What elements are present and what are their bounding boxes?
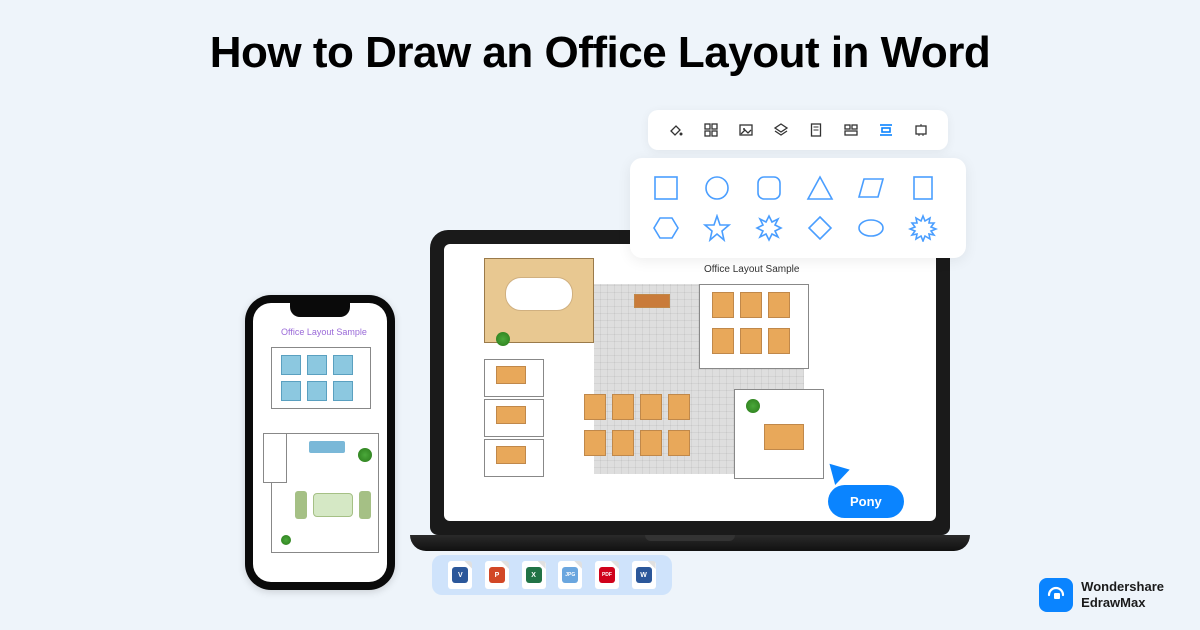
meeting-room[interactable] <box>484 258 594 343</box>
desk <box>496 446 526 464</box>
workstation <box>281 355 301 375</box>
shape-burst-8[interactable] <box>751 212 787 244</box>
armchair <box>295 491 307 519</box>
reception-desk[interactable] <box>634 294 670 308</box>
plant-icon <box>496 332 510 346</box>
brand-logo: Wondershare EdrawMax <box>1039 578 1164 612</box>
workstation <box>281 381 301 401</box>
armchair <box>359 491 371 519</box>
desk <box>496 366 526 384</box>
export-jpg-icon[interactable]: JPG <box>558 561 582 589</box>
align-icon[interactable] <box>842 121 860 139</box>
floorplan-title-laptop: Office Layout Sample <box>704 264 799 275</box>
workstation <box>768 328 790 354</box>
shape-parallelogram[interactable] <box>853 172 889 204</box>
shape-hexagon[interactable] <box>648 212 684 244</box>
workstation <box>612 394 634 420</box>
workstation <box>640 394 662 420</box>
shape-diamond[interactable] <box>802 212 838 244</box>
plant-icon <box>746 399 760 413</box>
shape-circle[interactable] <box>699 172 735 204</box>
export-excel-icon[interactable]: X <box>522 561 546 589</box>
top-toolbar <box>648 110 948 150</box>
phone-device: Office Layout Sample <box>245 295 395 590</box>
workstation <box>768 292 790 318</box>
workstation <box>307 381 327 401</box>
shape-rounded-square[interactable] <box>751 172 787 204</box>
workstation <box>584 430 606 456</box>
plant-icon <box>281 535 291 545</box>
paint-bucket-icon[interactable] <box>667 121 685 139</box>
workstation <box>740 292 762 318</box>
export-pdf-icon[interactable]: PDF <box>595 561 619 589</box>
workstation <box>307 355 327 375</box>
shape-triangle[interactable] <box>802 172 838 204</box>
workstation <box>668 394 690 420</box>
export-word-icon[interactable]: W <box>632 561 656 589</box>
l-desk <box>764 424 804 450</box>
page-icon[interactable] <box>807 121 825 139</box>
collaborator-name-badge: Pony <box>828 485 904 518</box>
phone-restroom[interactable] <box>263 433 287 483</box>
image-icon[interactable] <box>737 121 755 139</box>
frame-icon[interactable] <box>912 121 930 139</box>
shape-rectangle[interactable] <box>905 172 941 204</box>
workstation <box>584 394 606 420</box>
floorplan-title-phone: Office Layout Sample <box>281 327 367 337</box>
workstation <box>612 430 634 456</box>
phone-canvas[interactable]: Office Layout Sample <box>253 303 387 582</box>
export-powerpoint-icon[interactable]: P <box>485 561 509 589</box>
sofa <box>309 441 345 453</box>
shape-ellipse[interactable] <box>853 212 889 244</box>
workstation <box>333 355 353 375</box>
workstation <box>712 328 734 354</box>
workstation <box>640 430 662 456</box>
collaborator-cursor: Pony <box>828 461 904 518</box>
group-icon[interactable] <box>702 121 720 139</box>
brand-line-1: Wondershare <box>1081 579 1164 595</box>
workstation <box>668 430 690 456</box>
shapes-panel <box>630 158 966 258</box>
laptop-base <box>410 535 970 551</box>
shape-square[interactable] <box>648 172 684 204</box>
shape-star[interactable] <box>699 212 735 244</box>
brand-text: Wondershare EdrawMax <box>1081 579 1164 610</box>
workstation <box>333 381 353 401</box>
shape-burst-12[interactable] <box>905 212 941 244</box>
brand-line-2: EdrawMax <box>1081 595 1164 611</box>
workstation <box>712 292 734 318</box>
export-format-bar: V P X JPG PDF W <box>432 555 672 595</box>
distribute-icon[interactable] <box>877 121 895 139</box>
export-visio-icon[interactable]: V <box>448 561 472 589</box>
laptop-hinge <box>645 535 735 541</box>
cursor-arrow-icon <box>829 459 852 485</box>
desk <box>496 406 526 424</box>
layers-icon[interactable] <box>772 121 790 139</box>
page-title: How to Draw an Office Layout in Word <box>0 28 1200 78</box>
plant-icon <box>358 448 372 462</box>
edrawmax-icon <box>1039 578 1073 612</box>
phone-notch <box>290 303 350 317</box>
coffee-table <box>313 493 353 517</box>
workstation <box>740 328 762 354</box>
